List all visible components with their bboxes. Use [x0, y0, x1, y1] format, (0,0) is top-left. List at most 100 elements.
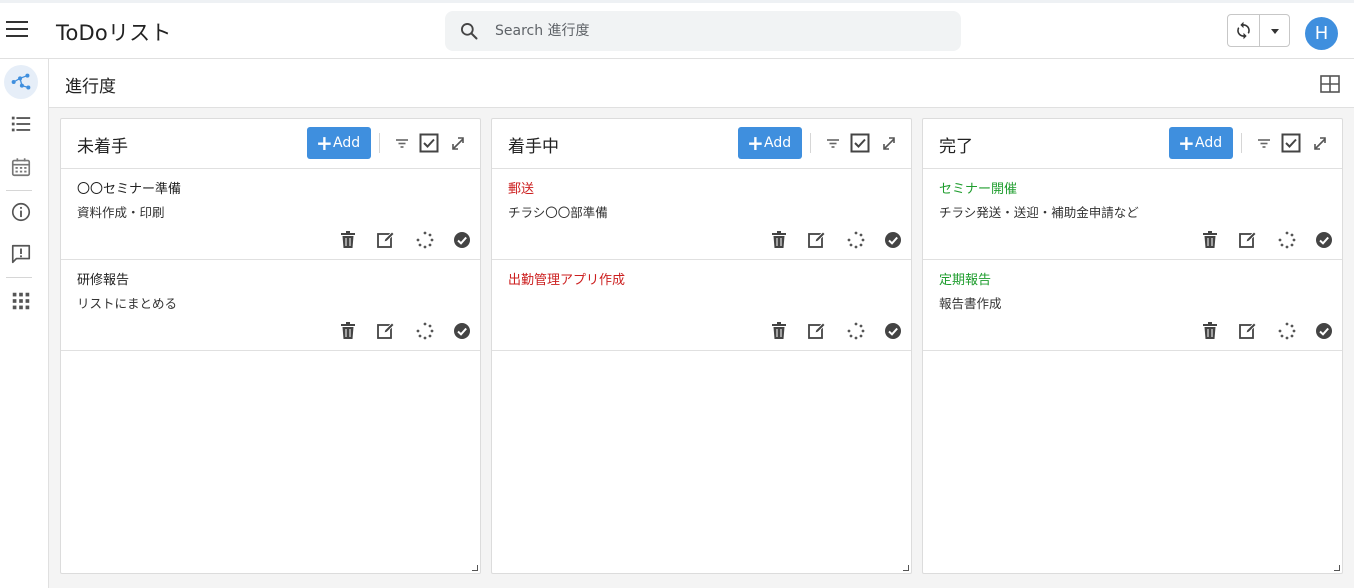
- delete-icon[interactable]: [1202, 231, 1218, 249]
- column-header: 着手中 + Add: [492, 119, 911, 169]
- search-input[interactable]: [495, 11, 935, 51]
- network-graph-icon: [11, 73, 31, 90]
- in-progress-spinner-icon[interactable]: [416, 231, 434, 249]
- complete-check-icon[interactable]: [453, 322, 471, 340]
- header-divider: [379, 133, 380, 153]
- filter-icon[interactable]: [825, 133, 841, 153]
- in-progress-spinner-icon[interactable]: [416, 322, 434, 340]
- task-title: 研修報告: [77, 273, 130, 288]
- sync-dropdown-button[interactable]: [1260, 15, 1289, 46]
- sync-split-button: [1227, 14, 1290, 47]
- delete-icon[interactable]: [340, 231, 356, 249]
- complete-check-icon[interactable]: [884, 231, 902, 249]
- header-divider: [1241, 133, 1242, 153]
- add-button-label: Add: [1195, 135, 1223, 151]
- info-icon: [11, 202, 31, 222]
- task-card[interactable]: 出勤管理アプリ作成: [492, 260, 911, 351]
- apps-grid-icon: [12, 292, 30, 310]
- task-description: チラシ〇〇部準備: [508, 205, 608, 220]
- in-progress-spinner-icon[interactable]: [847, 322, 865, 340]
- column-not-started: 未着手 + Add 〇〇セミナー準備 資料作成・印刷 研修報告 リストにまとめる: [60, 118, 481, 574]
- task-card[interactable]: 郵送 チラシ〇〇部準備: [492, 169, 911, 260]
- column-done: 完了 + Add セミナー開催 チラシ発送・送迎・補助金申請など 定期報告 報告書…: [922, 118, 1343, 574]
- filter-icon[interactable]: [1256, 133, 1272, 153]
- edit-icon[interactable]: [377, 231, 396, 249]
- in-progress-spinner-icon[interactable]: [1278, 231, 1296, 249]
- search-bar: [445, 11, 961, 51]
- app-title: ToDoリスト: [56, 21, 172, 45]
- plus-icon: +: [316, 131, 333, 155]
- column-header: 未着手 + Add: [61, 119, 480, 169]
- task-title: 郵送: [508, 182, 535, 197]
- task-description: リストにまとめる: [77, 296, 178, 311]
- add-button[interactable]: + Add: [738, 127, 802, 159]
- task-title: セミナー開催: [939, 182, 1018, 197]
- column-title: 完了: [939, 137, 973, 157]
- edit-icon[interactable]: [808, 231, 827, 249]
- page-title: 進行度: [65, 77, 116, 97]
- sidebar-item-calendar[interactable]: [4, 150, 38, 184]
- task-title: 定期報告: [939, 273, 992, 288]
- resize-handle[interactable]: [903, 565, 909, 571]
- task-card[interactable]: セミナー開催 チラシ発送・送迎・補助金申請など: [923, 169, 1342, 260]
- sidebar-item-feedback[interactable]: [4, 237, 38, 271]
- delete-icon[interactable]: [1202, 322, 1218, 340]
- edit-icon[interactable]: [1239, 231, 1258, 249]
- add-button[interactable]: + Add: [1169, 127, 1233, 159]
- expand-icon[interactable]: [880, 133, 898, 153]
- complete-check-icon[interactable]: [884, 322, 902, 340]
- feedback-icon: [11, 244, 31, 264]
- task-title: 〇〇セミナー準備: [77, 182, 182, 197]
- page-header: 進行度: [49, 59, 1354, 108]
- sidebar-item-list[interactable]: [4, 107, 38, 141]
- column-title: 未着手: [77, 137, 128, 157]
- hamburger-menu-icon[interactable]: [6, 21, 28, 39]
- add-button-label: Add: [764, 135, 792, 151]
- top-app-bar: ToDoリスト H: [0, 0, 1354, 59]
- sidebar-divider: [6, 277, 32, 278]
- search-icon: [461, 23, 478, 40]
- kanban-board: 未着手 +Add 〇〇セミナー準備 資料作成・印刷 研修報告 リストにまとめる: [49, 108, 1354, 588]
- resize-handle[interactable]: [472, 565, 478, 571]
- task-card[interactable]: 定期報告 報告書作成: [923, 260, 1342, 351]
- sidebar-item-info[interactable]: [4, 195, 38, 229]
- complete-check-icon[interactable]: [453, 231, 471, 249]
- sidebar-divider: [6, 190, 32, 191]
- select-all-checkbox-icon[interactable]: [850, 133, 870, 153]
- add-button-label: Add: [333, 135, 361, 151]
- grid-view-icon: [1320, 75, 1340, 93]
- delete-icon[interactable]: [771, 231, 787, 249]
- delete-icon[interactable]: [771, 322, 787, 340]
- in-progress-spinner-icon[interactable]: [847, 231, 865, 249]
- filter-icon[interactable]: [394, 133, 410, 153]
- sync-icon: [1237, 21, 1250, 40]
- edit-icon[interactable]: [808, 322, 827, 340]
- layout-toggle-button[interactable]: [1320, 75, 1340, 97]
- complete-check-icon[interactable]: [1315, 231, 1333, 249]
- resize-handle[interactable]: [1334, 565, 1340, 571]
- plus-icon: +: [747, 131, 764, 155]
- complete-check-icon[interactable]: [1315, 322, 1333, 340]
- edit-icon[interactable]: [377, 322, 396, 340]
- select-all-checkbox-icon[interactable]: [419, 133, 439, 153]
- in-progress-spinner-icon[interactable]: [1278, 322, 1296, 340]
- expand-icon[interactable]: [1311, 133, 1329, 153]
- sidebar-item-apps[interactable]: [4, 284, 38, 318]
- task-card[interactable]: 〇〇セミナー準備 資料作成・印刷: [61, 169, 480, 260]
- task-title: 出勤管理アプリ作成: [508, 273, 626, 288]
- expand-icon[interactable]: [449, 133, 467, 153]
- task-card[interactable]: 研修報告 リストにまとめる: [61, 260, 480, 351]
- list-icon: [11, 116, 31, 132]
- edit-icon[interactable]: [1239, 322, 1258, 340]
- add-button[interactable]: + Add: [307, 127, 371, 159]
- sidebar-item-progress[interactable]: [4, 65, 38, 99]
- column-header: 完了 + Add: [923, 119, 1342, 169]
- calendar-icon: [11, 158, 31, 177]
- header-divider: [810, 133, 811, 153]
- select-all-checkbox-icon[interactable]: [1281, 133, 1301, 153]
- sync-button[interactable]: [1228, 15, 1259, 46]
- user-avatar[interactable]: H: [1305, 17, 1338, 50]
- delete-icon[interactable]: [340, 322, 356, 340]
- task-description: チラシ発送・送迎・補助金申請など: [939, 205, 1139, 220]
- sidebar: [0, 59, 49, 588]
